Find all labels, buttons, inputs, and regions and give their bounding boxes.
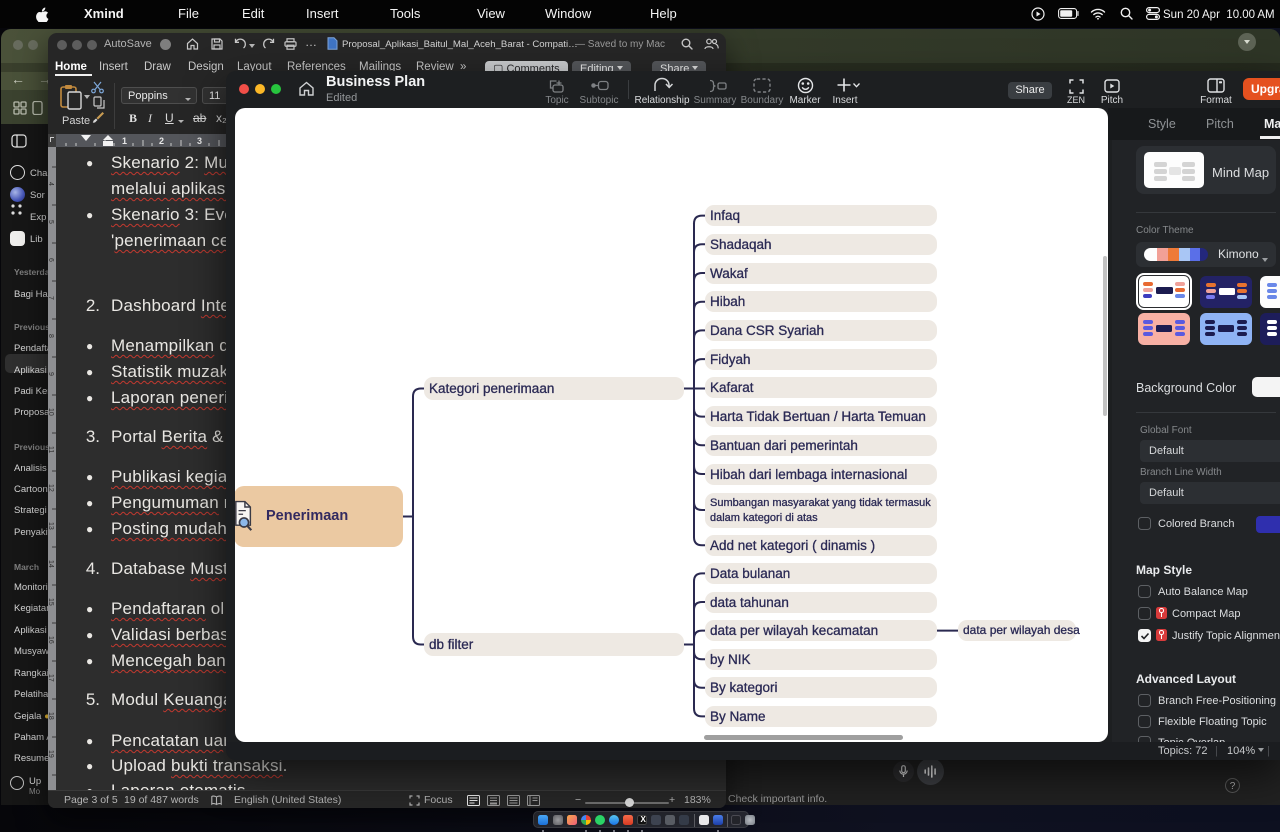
svg-text:7: 7	[48, 296, 54, 300]
svg-text:15: 15	[48, 598, 54, 606]
svg-text:9: 9	[48, 372, 54, 376]
svg-text:16: 16	[48, 636, 54, 644]
svg-text:5: 5	[48, 220, 54, 224]
svg-text:11: 11	[48, 446, 54, 453]
svg-text:13: 13	[48, 522, 54, 530]
svg-text:12: 12	[48, 484, 54, 492]
svg-text:14: 14	[48, 560, 54, 568]
svg-text:8: 8	[48, 334, 54, 338]
svg-text:10: 10	[48, 408, 54, 416]
svg-text:1: 1	[122, 136, 127, 146]
svg-text:6: 6	[48, 258, 54, 262]
svg-text:4: 4	[48, 182, 54, 186]
svg-text:17: 17	[48, 674, 54, 682]
svg-text:3: 3	[197, 136, 202, 146]
svg-text:2: 2	[159, 136, 164, 146]
svg-text:19: 19	[48, 750, 54, 758]
svg-text:18: 18	[48, 712, 54, 720]
